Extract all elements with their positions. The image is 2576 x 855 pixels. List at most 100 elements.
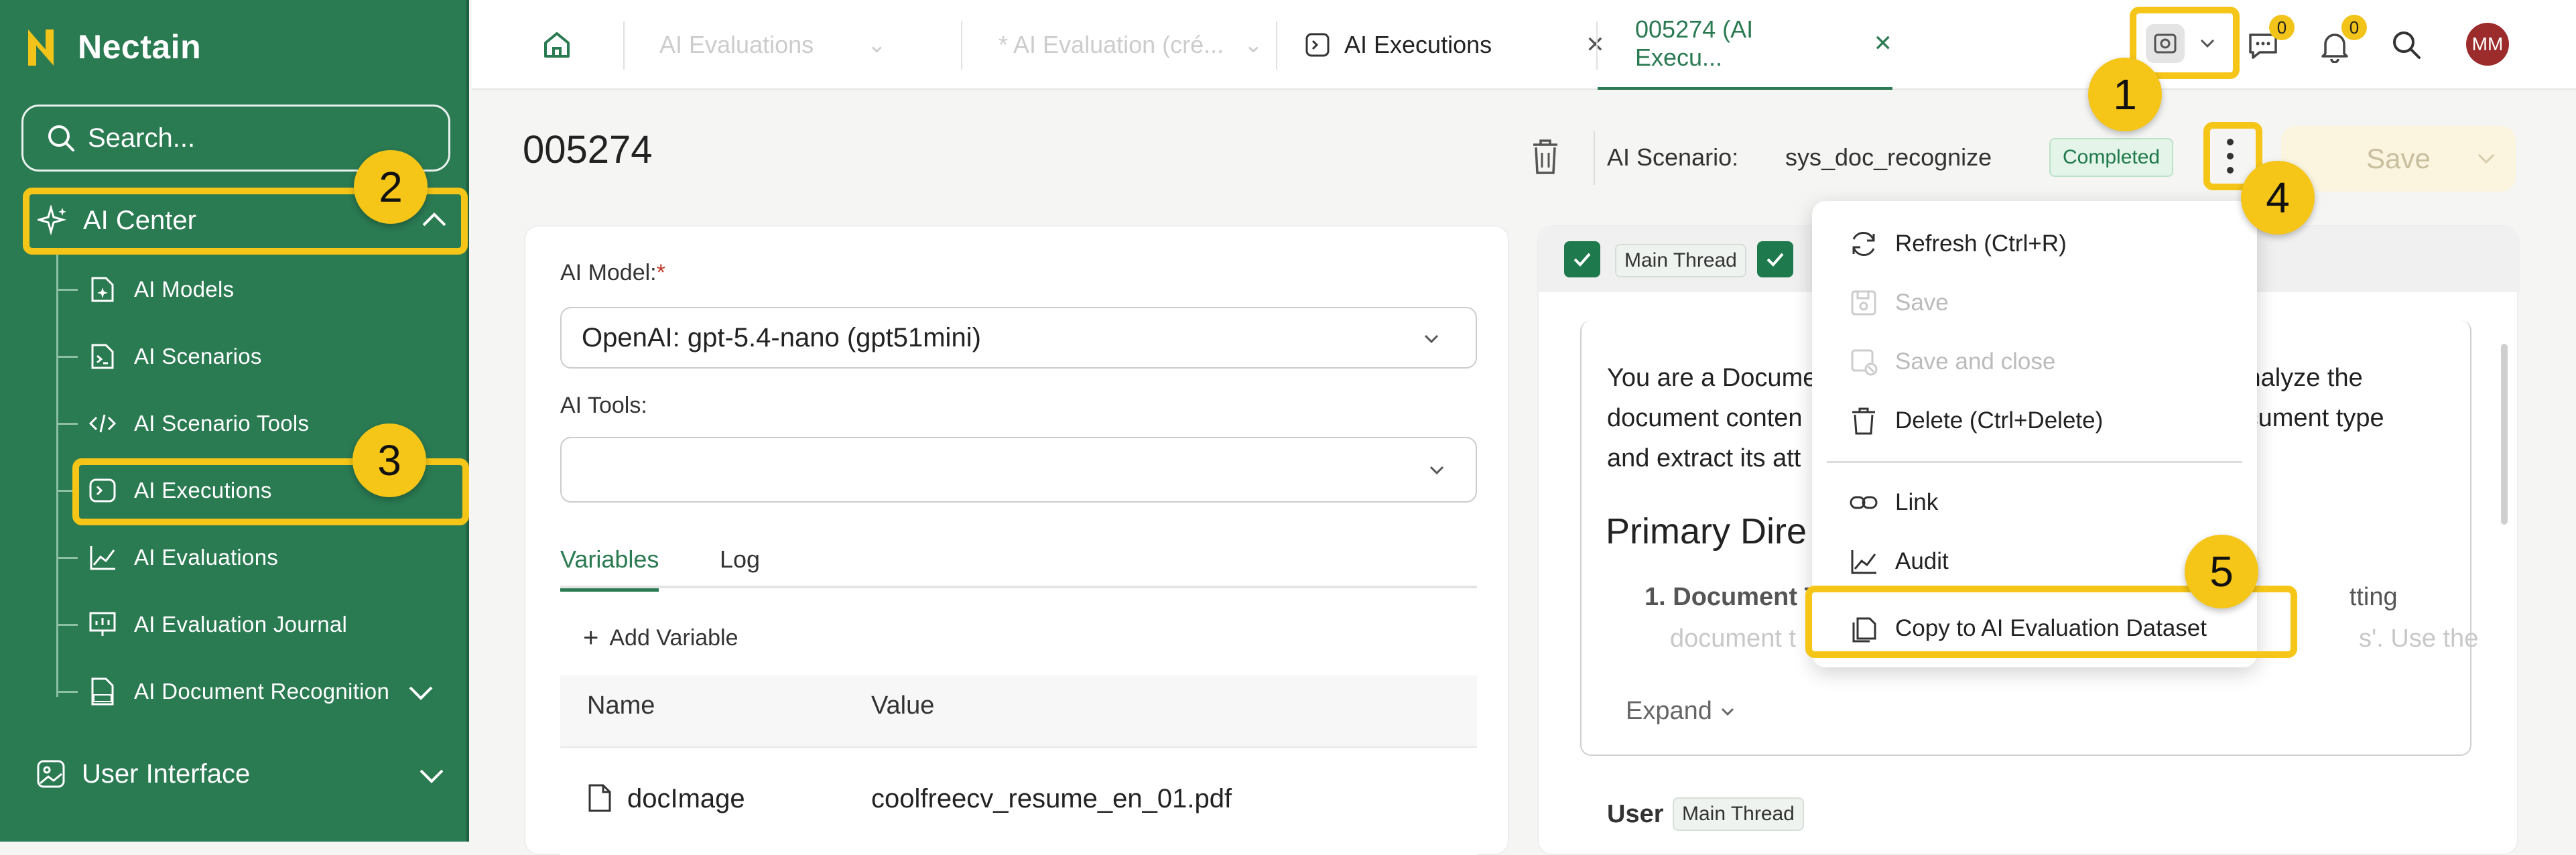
menu-item-delete[interactable]: Delete (Ctrl+Delete) [1812,391,2257,450]
brand-name: Nectain [78,28,202,66]
tab-label: 005274 (AI Execu... [1635,15,1754,71]
search-placeholder: Search... [88,123,196,153]
add-variable-button[interactable]: + Add Variable [583,623,738,653]
field-label: AI Model: [560,260,657,285]
menu-item-refresh[interactable]: Refresh (Ctrl+R) [1812,214,2257,273]
text-fragment: 1. Document T [1645,583,1820,611]
annotation-badge: 2 [354,150,428,224]
variable-value: coolfreecv_resume_en_01.pdf [871,784,1232,813]
variable-name: docImage [627,784,745,813]
required-mark: * [656,260,665,285]
thread-badge: Main Thread [1615,244,1746,277]
plus-icon: + [583,623,599,653]
menu-item-label: Link [1895,489,1939,515]
tab-ai-evaluations[interactable]: AI Evaluations ⌄ [659,0,887,90]
tab-ai-evaluation-create[interactable]: * AI Evaluation (cré... ⌄ [999,0,1263,90]
tree-tick [56,355,78,358]
expand-button[interactable]: Expand [1626,697,1735,726]
sidebar-item-label: AI Document Recognition [134,679,390,704]
execution-form-panel: AI Model:* OpenAI: gpt-5.4-nano (gpt51mi… [524,225,1509,855]
menu-item-link[interactable]: Link [1812,473,2257,532]
save-button[interactable]: Save [2281,126,2516,192]
prompt-heading: Primary Dire [1606,511,1807,551]
divider [1276,21,1277,70]
sidebar-item-label: AI Scenario Tools [134,411,310,436]
scenario-label: AI Scenario: [1607,143,1739,171]
search-icon [48,125,74,151]
tab-variables[interactable]: Variables [560,545,659,592]
ai-model-value: OpenAI: gpt-5.4-nano (gpt51mini) [582,322,981,352]
tab-execution-005274[interactable]: 005274 (AI Execu... ✕ [1598,0,1892,90]
trash-icon [1852,407,1875,435]
tab-label: AI Executions [1344,31,1492,58]
add-variable-label: Add Variable [609,625,738,651]
sidebar-item-label: AI Evaluations [134,545,279,570]
chevron-down-icon [2200,39,2215,48]
menu-item-save[interactable]: Save [1812,273,2257,332]
menu-divider [1827,461,2242,463]
tabs-underline [560,586,1477,588]
menu-item-label: Save and close [1895,348,2056,375]
sidebar-item-ai-scenarios[interactable]: AI Scenarios [56,323,458,390]
sidebar-item-ai-document-recognition[interactable]: AI Document Recognition [56,658,458,725]
more-vertical-icon[interactable] [2222,137,2238,176]
text-fragment: tting [2349,583,2398,611]
chevron-down-icon [1721,708,1734,716]
thread-checkbox[interactable] [1757,241,1793,277]
workspace-switcher[interactable] [2146,24,2215,63]
refresh-icon [1852,232,1875,256]
search-icon[interactable] [2391,29,2422,60]
notifications-count-badge: 0 [2341,15,2367,40]
chevron-down-icon: ⌄ [1244,32,1263,58]
home-icon[interactable] [540,28,574,62]
sidebar-item-label: AI Models [134,277,235,302]
check-icon [1573,253,1591,267]
line-chart-icon [90,546,115,570]
sidebar-item-user-interface[interactable]: User Interface [25,742,465,805]
page-title: 005274 [523,128,653,172]
sidebar-item-ai-evaluation-journal[interactable]: AI Evaluation Journal [56,591,458,658]
text-fragment: document conten [1607,404,1803,432]
divider [1594,131,1595,185]
thread-badge: Main Thread [1673,797,1804,831]
menu-item-save-and-close[interactable]: Save and close [1812,332,2257,391]
workspace-icon [2146,24,2185,63]
chevron-down-icon: ⌄ [867,32,887,58]
tree-tick [56,556,78,559]
thread-checkbox[interactable] [1564,241,1600,277]
annotation-badge: 3 [352,423,426,497]
trash-icon[interactable] [1531,138,1560,176]
annotation-badge: 5 [2185,535,2258,608]
divider [623,21,625,70]
brand-logo[interactable]: Nectain [25,20,201,74]
ai-model-icon [91,277,114,302]
tree-tick [56,623,78,626]
text-fragment: s'. Use the [2359,624,2479,653]
line-chart-icon [1851,550,1876,574]
ai-model-label: AI Model:* [560,260,665,286]
scrollbar-thumb[interactable] [2501,344,2508,525]
presentation-chart-icon [89,612,116,636]
close-icon[interactable]: ✕ [1874,30,1893,57]
scenario-value[interactable]: sys_doc_recognize [1785,143,1992,172]
tab-label: AI Evaluations [659,31,814,58]
expand-label: Expand [1626,697,1712,725]
save-icon [1851,290,1876,316]
ai-tools-select[interactable] [560,437,1477,503]
avatar[interactable]: MM [2466,23,2509,66]
sidebar-item-ai-models[interactable]: AI Models [56,256,458,323]
tab-label: * AI Evaluation (cré... [999,31,1224,58]
menu-item-label: Refresh (Ctrl+R) [1895,231,2067,257]
ai-model-select[interactable]: OpenAI: gpt-5.4-nano (gpt51mini) [560,307,1477,369]
tab-ai-executions[interactable]: AI Executions ✕ [1304,0,1605,90]
tab-log[interactable]: Log [720,545,760,574]
sidebar-item-ai-evaluations[interactable]: AI Evaluations [56,524,458,591]
table-row[interactable]: docImage coolfreecv_resume_en_01.pdf [560,748,1477,855]
sidebar-item-label: AI Evaluation Journal [134,612,348,637]
tree-tick [56,288,78,291]
text-fragment: You are a Docume [1607,364,1817,392]
sidebar: Nectain Search... AI Center AI Models AI… [0,0,469,842]
text-fragment: document t [1670,624,1796,653]
annotation-badge: 1 [2088,58,2162,131]
sidebar-item-label: AI Scenarios [134,344,262,369]
